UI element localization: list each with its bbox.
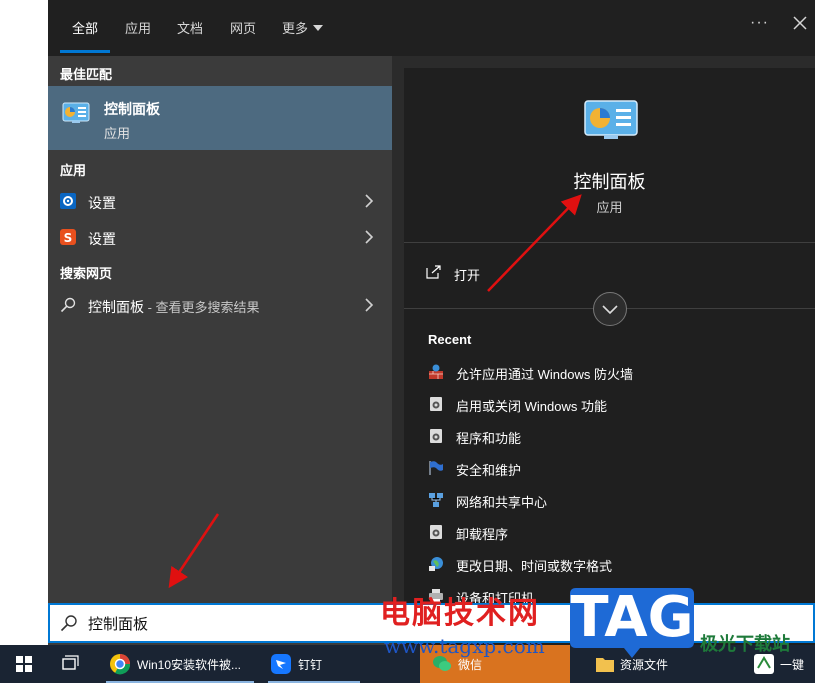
web-search-hint: - 查看更多搜索结果 [144, 300, 260, 315]
watermark-tag-text: TAG [570, 585, 694, 650]
recent-item-label: 程序和功能 [456, 431, 522, 446]
preview-app-name: 控制面板 [573, 172, 646, 192]
open-external-icon [426, 265, 441, 279]
app-result-label: 设置 [88, 195, 116, 211]
best-match-type: 应用 [104, 126, 131, 141]
tab-apps[interactable]: 应用 [125, 18, 151, 37]
start-search-panel: 全部 应用 文档 网页 更多 ··· 最佳匹配 控制面板 应用 应用 设置 S … [48, 0, 815, 645]
recent-item-label: 网络和共享中心 [456, 495, 548, 510]
watermark-url: www.tagxp.com [384, 634, 545, 658]
best-match-name: 控制面板 [104, 101, 160, 117]
taskbar-app-label: Win10安装软件被... [137, 658, 242, 672]
network-icon [429, 493, 443, 507]
preview-app-type: 应用 [596, 200, 623, 215]
chevron-right-icon[interactable] [364, 298, 374, 312]
more-options-icon[interactable]: ··· [750, 14, 769, 32]
programs-icon [430, 429, 442, 443]
sogou-settings-icon: S [60, 229, 76, 245]
best-match-control-panel[interactable]: 控制面板 应用 [48, 86, 392, 150]
web-search-label: 控制面板 - 查看更多搜索结果 [88, 297, 260, 317]
recent-item-label: 安全和维护 [456, 463, 522, 478]
onekey-app-icon [754, 654, 774, 674]
desktop-background [0, 0, 48, 645]
control-panel-large-icon [584, 100, 638, 139]
windows-features-icon [430, 397, 442, 411]
results-list: 最佳匹配 控制面板 应用 应用 设置 S 设置 搜索网页 控制面板 - 查看更多… [48, 56, 392, 645]
app-result-sogou-settings[interactable]: S 设置 [48, 220, 392, 254]
taskbar-app-browser[interactable]: Win10安装软件被... [106, 645, 256, 683]
divider [404, 242, 815, 243]
expand-button[interactable] [593, 292, 627, 326]
chevron-right-icon[interactable] [364, 230, 374, 244]
preview-pane: 控制面板 应用 打开 Recent 允许应用通过 Windows 防火墙 启用或… [404, 68, 815, 645]
watermark-site-name: 极光下载站 [700, 634, 790, 655]
recent-item-label: 启用或关闭 Windows 功能 [456, 399, 607, 414]
taskbar-app-dingtalk[interactable]: 钉钉 [268, 645, 368, 683]
watermark-text: 电脑技术网 [380, 596, 540, 631]
taskbar-app-label: 一键 [780, 658, 805, 672]
search-tab-bar: 全部 应用 文档 网页 更多 ··· [48, 0, 815, 56]
web-search-result[interactable]: 控制面板 - 查看更多搜索结果 [48, 288, 392, 322]
tab-more[interactable]: 更多 [282, 18, 324, 37]
task-view-icon[interactable] [62, 655, 80, 673]
tab-more-label: 更多 [282, 21, 309, 36]
chevron-down-icon [602, 305, 618, 315]
recent-item-label: 卸载程序 [456, 527, 509, 542]
tab-web[interactable]: 网页 [230, 18, 256, 37]
recent-item-label: 允许应用通过 Windows 防火墙 [456, 367, 633, 382]
taskbar-app-label: 微信 [458, 658, 483, 672]
search-icon [60, 615, 77, 632]
svg-text:S: S [64, 231, 73, 245]
app-result-label: 设置 [88, 231, 116, 247]
region-icon [429, 557, 443, 571]
active-tab-indicator [60, 50, 110, 53]
chevron-right-icon[interactable] [364, 194, 374, 208]
watermark-tag-logo: TAG [566, 584, 698, 662]
firewall-icon [429, 364, 443, 379]
taskbar-app-label: 钉钉 [298, 658, 323, 672]
apps-heading: 应用 [60, 163, 87, 178]
uninstall-icon [430, 525, 442, 539]
control-panel-icon [62, 102, 90, 123]
gear-icon [60, 193, 76, 209]
windows-start-icon[interactable] [16, 656, 32, 672]
security-flag-icon [429, 461, 443, 475]
tab-documents[interactable]: 文档 [177, 18, 203, 37]
dingtalk-icon [271, 654, 291, 674]
recent-item-label: 更改日期、时间或数字格式 [456, 559, 613, 574]
search-icon [60, 297, 76, 313]
app-result-settings[interactable]: 设置 [48, 184, 392, 218]
web-search-heading: 搜索网页 [60, 266, 113, 281]
close-icon[interactable] [791, 14, 809, 32]
web-search-query: 控制面板 [88, 299, 144, 315]
open-label: 打开 [454, 268, 481, 283]
caret-down-icon [313, 25, 324, 31]
best-match-heading: 最佳匹配 [60, 67, 113, 82]
tab-all[interactable]: 全部 [72, 18, 98, 37]
recent-heading: Recent [428, 332, 472, 347]
browser-icon [110, 654, 131, 675]
